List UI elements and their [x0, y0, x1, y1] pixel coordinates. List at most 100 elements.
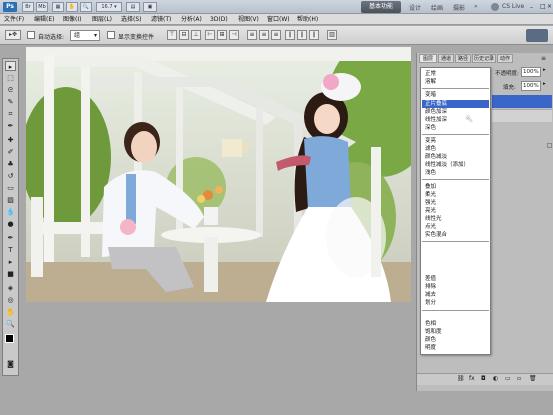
menu-filter[interactable]: 滤镜(T) — [151, 15, 171, 24]
menu-analysis[interactable]: 分析(A) — [181, 15, 202, 24]
blend-option-difference[interactable]: 差值 — [425, 276, 436, 282]
tab-paths[interactable]: 路径 — [455, 54, 471, 63]
3d-rotate-tool-icon[interactable]: ◈ — [5, 283, 16, 293]
gradient-tool-icon[interactable]: ▨ — [5, 195, 16, 205]
menu-layer[interactable]: 图层(L) — [92, 15, 112, 24]
menu-file[interactable]: 文件(F) — [4, 15, 24, 24]
eraser-tool-icon[interactable]: ▭ — [5, 183, 16, 193]
auto-select-dropdown[interactable]: 组 ▾ — [70, 30, 100, 41]
type-tool-icon[interactable]: T — [5, 245, 16, 255]
menu-3d[interactable]: 3D(D) — [210, 15, 228, 24]
minimize-icon[interactable]: – — [530, 4, 533, 11]
crop-tool-icon[interactable]: ⌗ — [5, 109, 16, 119]
menu-view[interactable]: 视图(V) — [238, 15, 259, 24]
workspace-more-icon[interactable]: » — [474, 3, 478, 10]
delete-layer-icon[interactable]: 🗑 — [529, 375, 537, 382]
blend-option-linear-burn[interactable]: 线性加深 — [425, 117, 447, 123]
blend-option-multiply[interactable]: 正片叠底 — [422, 100, 489, 108]
history-brush-tool-icon[interactable]: ↺ — [5, 171, 16, 181]
zoom-level-select[interactable]: 16.7 ▾ — [96, 2, 122, 12]
view-extras-icon[interactable]: ▦ — [52, 2, 64, 12]
new-group-icon[interactable]: ▭ — [505, 375, 511, 382]
panel-toggle-icon[interactable] — [526, 29, 548, 42]
distribute-right-icon[interactable]: ∥ — [309, 30, 319, 40]
tab-channels[interactable]: 通道 — [438, 54, 454, 63]
move-tool-preset-icon[interactable]: ▸✥ — [5, 30, 21, 40]
align-hcenter-icon[interactable]: ⊞ — [217, 30, 227, 40]
3d-orbit-tool-icon[interactable]: ◎ — [5, 295, 16, 305]
align-top-icon[interactable]: ⊤ — [167, 30, 177, 40]
blend-option-hard-mix[interactable]: 实色混合 — [425, 232, 447, 238]
close-icon[interactable]: × — [547, 3, 552, 10]
blend-option-darker-color[interactable]: 深色 — [425, 125, 436, 131]
distribute-hcenter-icon[interactable]: ∥ — [297, 30, 307, 40]
zoom-tool-icon[interactable]: 🔍 — [80, 2, 92, 12]
blur-tool-icon[interactable]: 💧 — [5, 207, 16, 217]
menu-window[interactable]: 窗口(W) — [267, 15, 290, 24]
menu-select[interactable]: 选择(S) — [121, 15, 142, 24]
layer-style-icon[interactable]: fx — [469, 375, 475, 382]
blend-option-color-burn[interactable]: 颜色加深 — [425, 109, 447, 115]
fill-input[interactable]: 100% — [521, 81, 541, 91]
tab-layers[interactable]: 图层 — [419, 54, 437, 63]
zoom-tool-icon[interactable]: 🔍 — [5, 319, 16, 329]
distribute-vcenter-icon[interactable]: ≡ — [259, 30, 269, 40]
blend-option-divide[interactable]: 划分 — [425, 300, 436, 306]
workspace-painting-link[interactable]: 绘画 — [431, 3, 443, 12]
hand-tool-icon[interactable]: ✋ — [66, 2, 78, 12]
distribute-top-icon[interactable]: ≡ — [247, 30, 257, 40]
blend-option-screen[interactable]: 滤色 — [425, 146, 436, 152]
blend-option-soft-light[interactable]: 柔光 — [425, 192, 436, 198]
foreground-color-swatch[interactable] — [5, 334, 14, 343]
auto-select-checkbox[interactable] — [27, 31, 35, 39]
distribute-left-icon[interactable]: ∥ — [285, 30, 295, 40]
blend-option-saturation[interactable]: 饱和度 — [425, 329, 442, 335]
menu-image[interactable]: 图像(I) — [63, 15, 81, 24]
blend-option-vivid-light[interactable]: 亮光 — [425, 208, 436, 214]
show-transform-checkbox[interactable] — [107, 31, 115, 39]
align-vcenter-icon[interactable]: ⊟ — [179, 30, 189, 40]
blend-option-color-dodge[interactable]: 颜色减淡 — [425, 154, 447, 160]
blend-option-overlay[interactable]: 叠加 — [425, 184, 436, 190]
mini-bridge-button[interactable]: Mb — [36, 2, 48, 12]
tab-history[interactable]: 历史记录 — [472, 54, 496, 63]
panel-menu-icon[interactable]: ≡ — [541, 55, 546, 62]
tab-actions[interactable]: 动作 — [497, 54, 513, 63]
path-select-tool-icon[interactable]: ▸ — [5, 257, 16, 267]
hand-tool-icon[interactable]: ✋ — [5, 307, 16, 317]
workspace-design-link[interactable]: 设计 — [409, 3, 421, 12]
blend-option-lighten[interactable]: 变亮 — [425, 138, 436, 144]
healing-brush-tool-icon[interactable]: ✚ — [5, 135, 16, 145]
blend-option-darken[interactable]: 变暗 — [425, 92, 436, 98]
clone-stamp-tool-icon[interactable]: ♣ — [5, 159, 16, 169]
blend-option-color[interactable]: 颜色 — [425, 337, 436, 343]
maximize-icon[interactable]: □ — [540, 3, 546, 10]
layer-row[interactable] — [492, 109, 552, 122]
blend-option-subtract[interactable]: 减去 — [425, 292, 436, 298]
move-tool-icon[interactable]: ▸ — [5, 61, 16, 71]
align-bottom-icon[interactable]: ⊥ — [191, 30, 201, 40]
cs-live-button[interactable]: CS Live — [502, 3, 524, 10]
blend-option-hue[interactable]: 色相 — [425, 321, 436, 327]
blend-option-linear-dodge[interactable]: 线性减淡（添加） — [425, 162, 469, 168]
menu-edit[interactable]: 编辑(E) — [34, 15, 54, 24]
screen-mode-icon[interactable]: ▣ — [143, 2, 157, 12]
pen-tool-icon[interactable]: ✒ — [5, 233, 16, 243]
layer-mask-icon[interactable]: ◘ — [481, 375, 486, 382]
adjustment-layer-icon[interactable]: ◐ — [493, 375, 498, 382]
auto-align-icon[interactable]: ▥ — [327, 30, 337, 40]
document-canvas[interactable] — [26, 47, 411, 302]
blend-option-luminosity[interactable]: 明度 — [425, 345, 436, 351]
fill-dropdown-icon[interactable]: ▸ — [543, 81, 546, 87]
opacity-dropdown-icon[interactable]: ▸ — [543, 67, 546, 73]
selected-layer-row[interactable] — [492, 95, 552, 108]
dodge-tool-icon[interactable]: ● — [5, 219, 16, 229]
opacity-input[interactable]: 100% — [521, 67, 541, 77]
eyedropper-tool-icon[interactable]: ✒ — [5, 121, 16, 131]
blend-option-linear-light[interactable]: 线性光 — [425, 216, 442, 222]
blend-option-pin-light[interactable]: 点光 — [425, 224, 436, 230]
arrange-documents-icon[interactable]: ▤ — [126, 2, 140, 12]
lasso-tool-icon[interactable]: ᘓ — [5, 85, 16, 95]
blend-option-hard-light[interactable]: 强光 — [425, 200, 436, 206]
align-left-icon[interactable]: ⊢ — [205, 30, 215, 40]
